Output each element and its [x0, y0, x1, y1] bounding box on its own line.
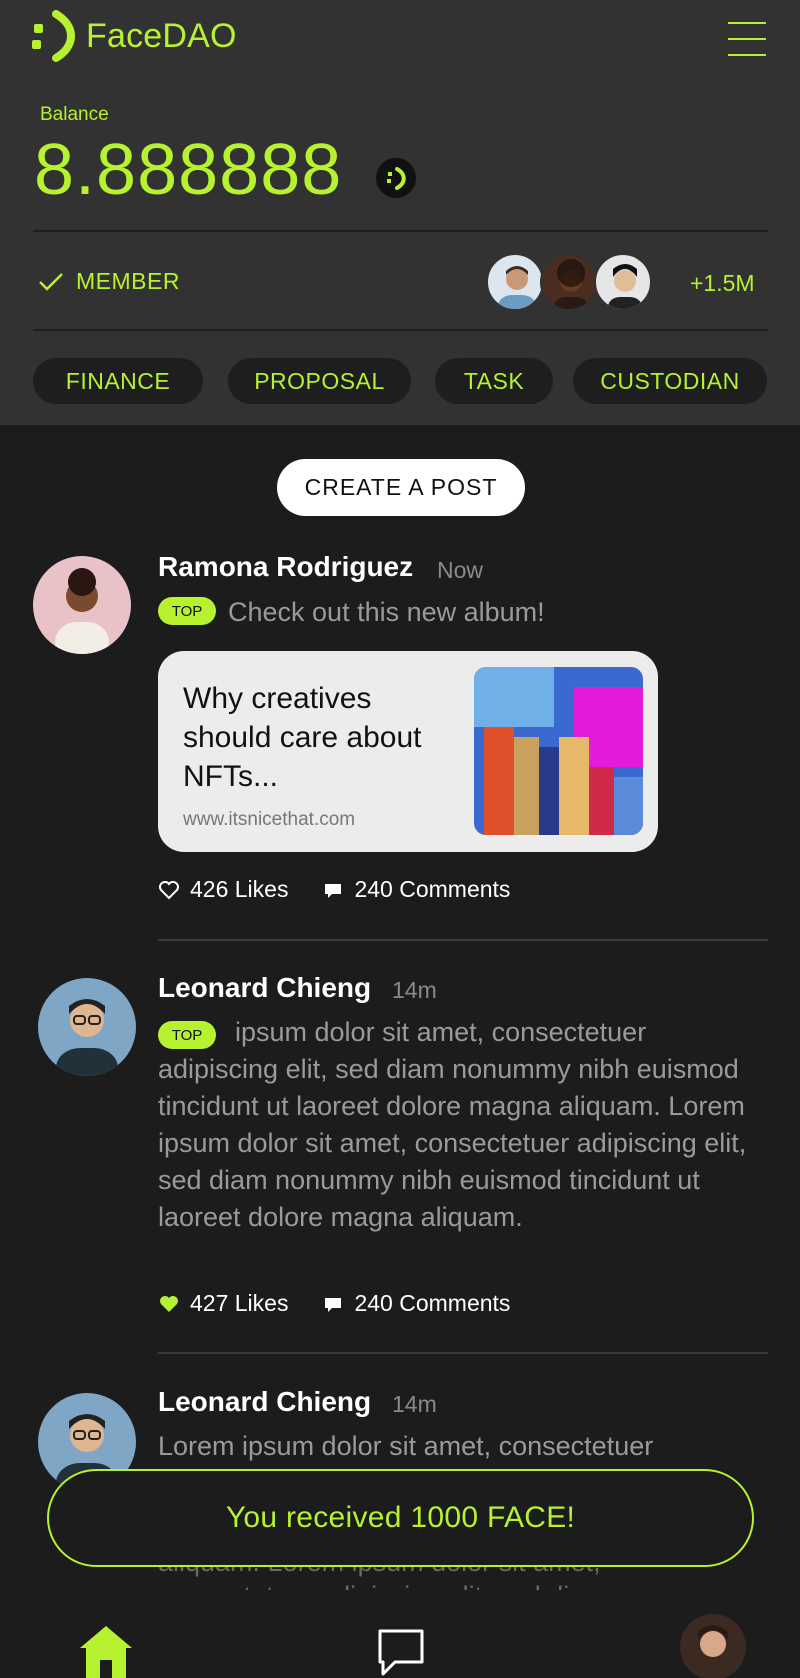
create-post-button[interactable]: CREATE A POST — [277, 459, 525, 516]
tab-task[interactable]: TASK — [435, 358, 553, 404]
post-time: Now — [437, 557, 484, 583]
post-author[interactable]: Leonard Chieng — [158, 1386, 371, 1418]
link-title: Why creatives should care about NFTs... — [183, 682, 422, 793]
top-badge: TOP — [158, 597, 216, 625]
comment-button[interactable]: 240 Comments — [322, 1290, 510, 1317]
bottom-nav — [0, 1590, 800, 1678]
member-avatars[interactable] — [486, 253, 656, 311]
member-count: +1.5M — [690, 270, 755, 296]
app-title: FaceDAO — [86, 16, 237, 55]
avatar[interactable] — [33, 556, 131, 654]
home-icon[interactable] — [78, 1624, 134, 1678]
post-time: 14m — [392, 1391, 437, 1417]
post-text: Lorem ipsum dolor sit amet, consectetuer — [158, 1431, 654, 1461]
post-stats: 426 Likes 240 Comments — [158, 876, 510, 903]
like-button[interactable]: 427 Likes — [158, 1290, 288, 1317]
comment-icon — [325, 883, 342, 898]
post-stats: 427 Likes 240 Comments — [158, 1290, 510, 1317]
heart-icon — [160, 1295, 178, 1312]
comment-button[interactable]: 240 Comments — [322, 876, 510, 903]
avatar — [540, 253, 598, 311]
chat-icon[interactable] — [375, 1626, 427, 1678]
toast-notification[interactable]: You received 1000 FACE! — [47, 1469, 754, 1567]
link-url: www.itsnicethat.com — [183, 809, 356, 830]
balance-value: 8.888888 — [34, 130, 343, 210]
comment-icon — [325, 1297, 342, 1312]
post-text: ipsum dolor sit amet, consectetuer adipi… — [158, 1017, 747, 1232]
avatar — [486, 253, 544, 311]
member-status: MEMBER — [38, 268, 180, 295]
likes-count: 427 Likes — [190, 1290, 289, 1316]
facedao-logo-icon — [32, 10, 75, 62]
member-label: MEMBER — [76, 268, 180, 294]
heart-icon — [159, 880, 179, 899]
divider — [158, 939, 768, 941]
comments-count: 240 Comments — [354, 876, 511, 902]
app-logo[interactable]: FaceDAO — [32, 10, 237, 62]
tab-bar: FINANCE PROPOSAL TASK CUSTODIAN — [0, 358, 800, 404]
comments-count: 240 Comments — [354, 1290, 511, 1316]
divider — [33, 230, 768, 232]
balance-label: Balance — [40, 104, 109, 125]
divider — [33, 329, 768, 331]
header: FaceDAO Balance 8.888888 MEMBER +1.5M FI… — [0, 0, 800, 425]
face-coin-icon — [376, 158, 416, 198]
hamburger-icon — [728, 22, 766, 24]
check-icon — [39, 272, 63, 291]
link-preview-card[interactable]: Why creatives should care about NFTs... … — [158, 651, 658, 852]
like-button[interactable]: 426 Likes — [158, 876, 288, 903]
tab-finance[interactable]: FINANCE — [33, 358, 203, 404]
post-time: 14m — [392, 977, 437, 1003]
tab-proposal[interactable]: PROPOSAL — [228, 358, 411, 404]
post-author[interactable]: Leonard Chieng — [158, 972, 371, 1004]
link-thumbnail — [474, 667, 643, 835]
profile-avatar[interactable] — [680, 1614, 746, 1678]
likes-count: 426 Likes — [190, 876, 289, 902]
tab-custodian[interactable]: CUSTODIAN — [573, 358, 767, 404]
menu-button[interactable] — [728, 22, 766, 58]
divider — [158, 1352, 768, 1354]
post-text: Check out this new album! — [228, 597, 545, 627]
avatar[interactable] — [38, 978, 136, 1076]
post-author[interactable]: Ramona Rodriguez — [158, 551, 413, 583]
avatar — [594, 253, 652, 311]
